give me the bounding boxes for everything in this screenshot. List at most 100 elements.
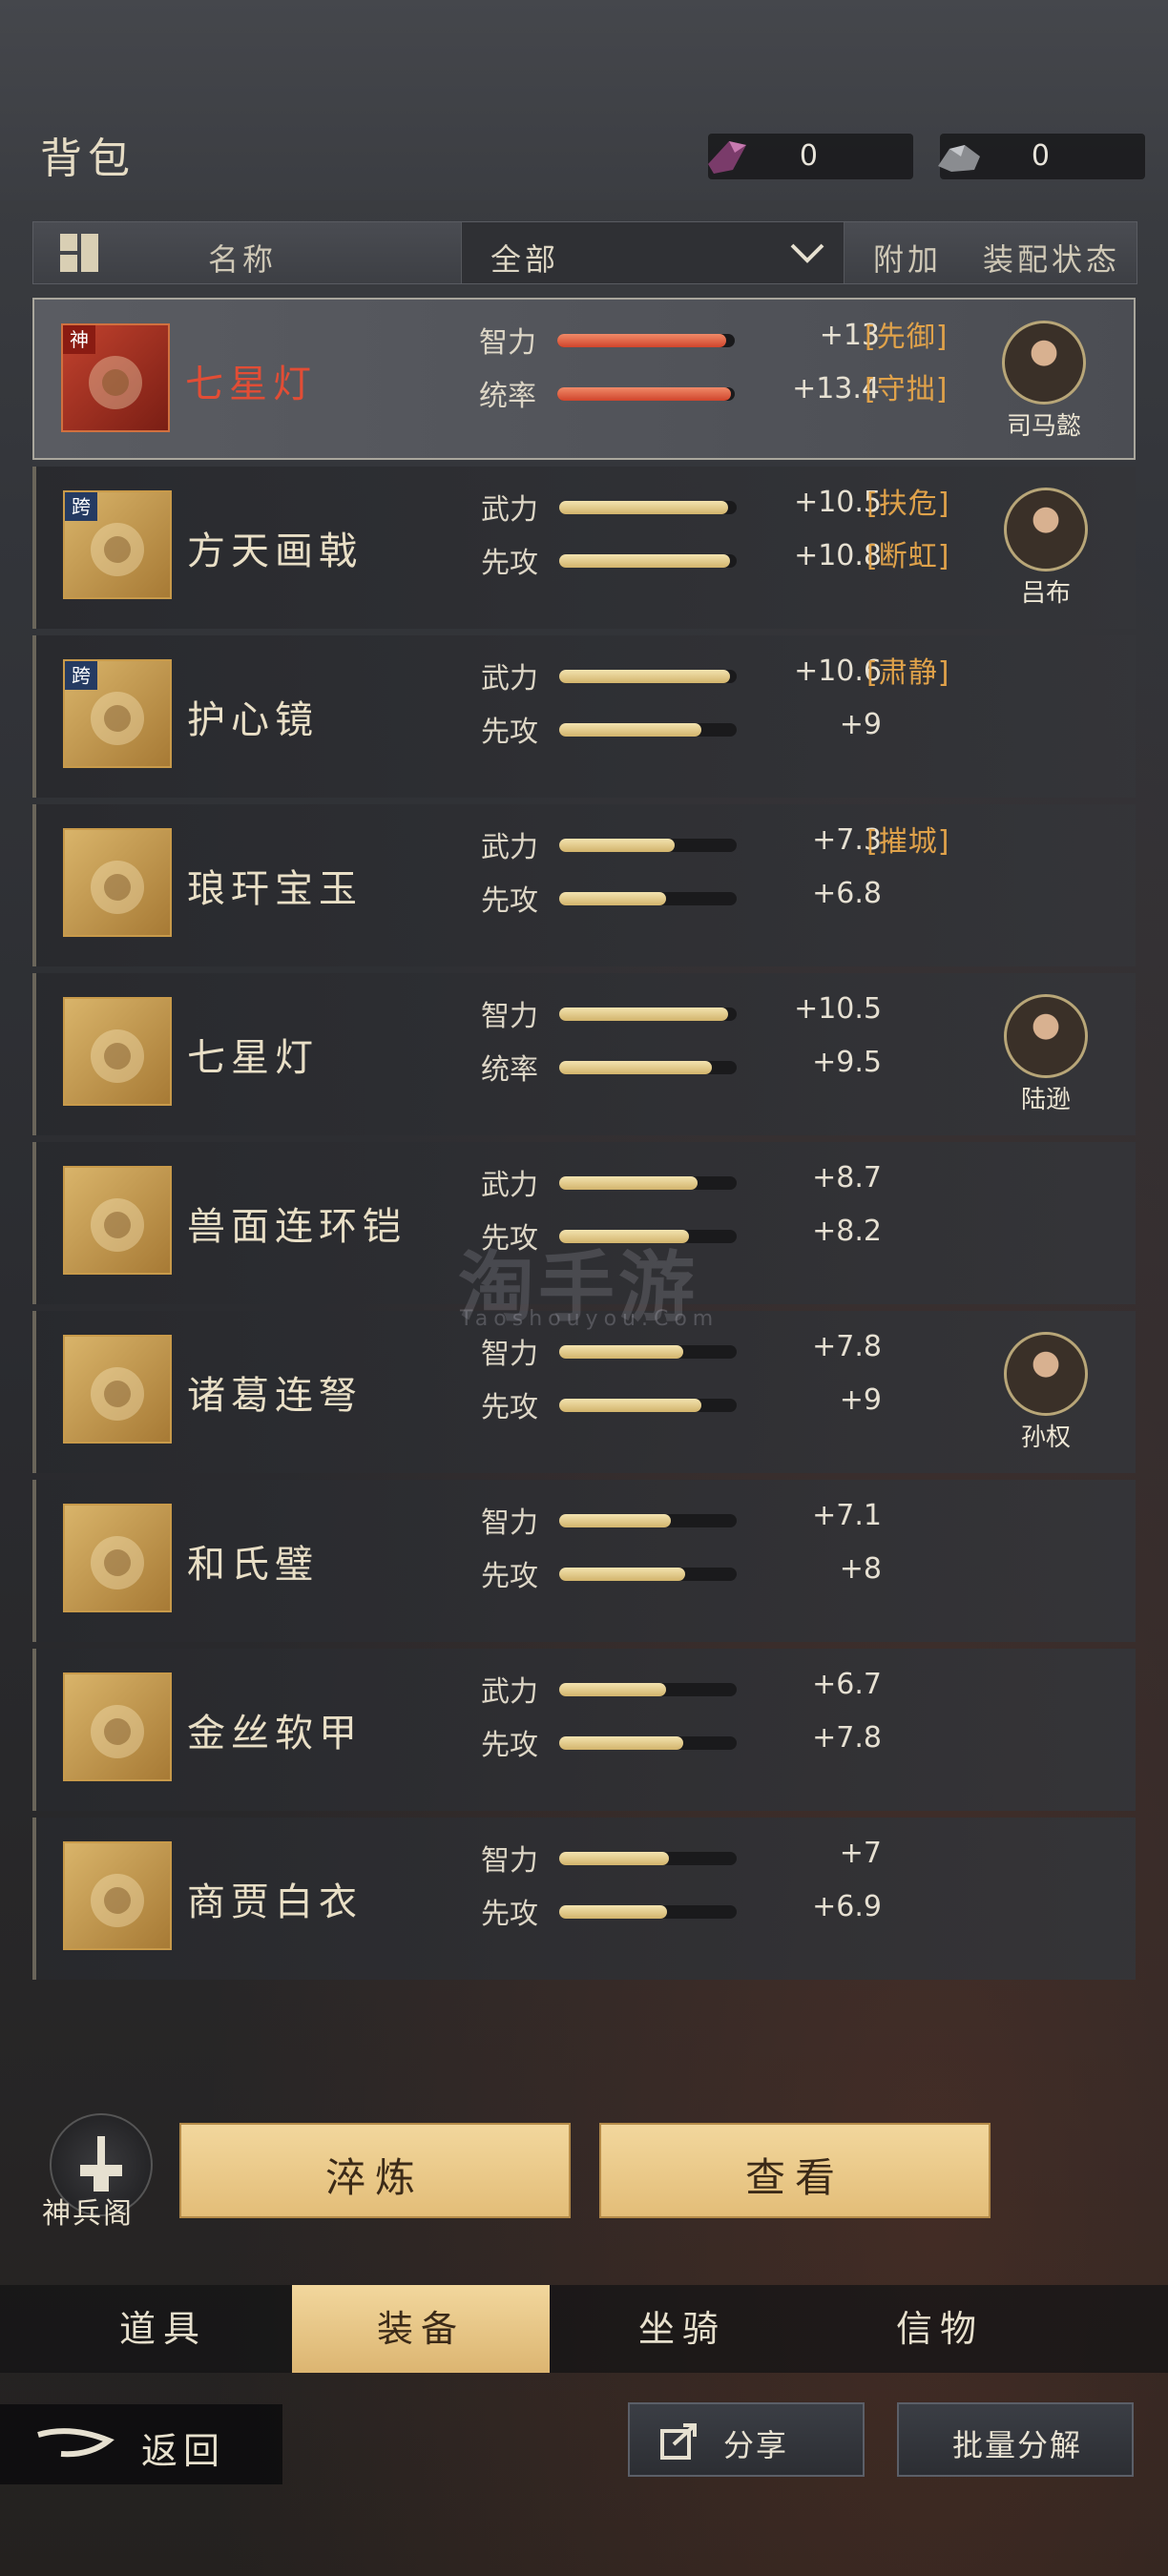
equipment-row[interactable]: 七星灯 智力 +10.5 统率 +9.5 陆逊 [32, 973, 1136, 1135]
item-name: 方天画戟 [187, 530, 363, 573]
stat-row: 先攻 +9 [481, 708, 882, 749]
stat-label: 武力 [481, 493, 538, 527]
equipment-row[interactable]: 跨方天画戟 武力 +10.5 先攻 +10.8 [扶危] [断虹] 吕布 [32, 467, 1136, 629]
equipment-row[interactable]: 跨护心镜 武力 +10.6 先攻 +9 [肃静] [32, 635, 1136, 798]
tab-items[interactable]: 道具 [34, 2285, 292, 2373]
equipment-row[interactable]: 金丝软甲 武力 +6.7 先攻 +7.8 [32, 1649, 1136, 1811]
stat-label: 先攻 [481, 1560, 538, 1593]
addon-tag: [肃静] [866, 656, 950, 690]
stat-value: +10.8 [794, 539, 882, 572]
stat-bar [557, 334, 735, 347]
filter-dropdown[interactable]: 全部 [461, 222, 845, 283]
general-name: 孙权 [1020, 1423, 1071, 1452]
stat-bar [559, 1568, 737, 1581]
stat-label: 先攻 [481, 1391, 538, 1424]
item-name: 七星灯 [185, 363, 317, 406]
stat-row: 武力 +6.7 [481, 1668, 882, 1709]
stat-row: 先攻 +6.9 [481, 1890, 882, 1931]
stat-bar-fill [559, 554, 730, 568]
stat-bar [559, 1061, 737, 1074]
stat-bar-fill [559, 1568, 686, 1581]
item-name: 商贾白衣 [187, 1880, 363, 1924]
stat-label: 先攻 [481, 1729, 538, 1762]
view-button[interactable]: 查看 [599, 2123, 991, 2218]
stat-row: 武力 +8.7 [481, 1161, 882, 1202]
item-icon [63, 1335, 172, 1444]
addon-tags: [肃静] [866, 654, 971, 707]
stat-label: 先攻 [481, 884, 538, 918]
sort-by-name[interactable]: 名称 [33, 222, 461, 283]
tier-badge: 跨 [65, 661, 97, 690]
equipped-general[interactable]: 孙权 [1000, 1332, 1092, 1453]
addon-tag: [断虹] [866, 540, 950, 573]
tab-equipment[interactable]: 装备 [292, 2285, 550, 2373]
stat-bar-fill [559, 1514, 672, 1527]
share-icon [660, 2423, 697, 2460]
stat-bar-fill [559, 1852, 670, 1865]
stat-label: 武力 [481, 662, 538, 696]
currency-value: 0 [1031, 139, 1050, 173]
equipment-row[interactable]: 商贾白衣 智力 +7 先攻 +6.9 [32, 1818, 1136, 1980]
item-name: 兽面连环铠 [187, 1205, 407, 1249]
stat-row: 先攻 +6.8 [481, 877, 882, 918]
equipment-row[interactable]: 琅玕宝玉 武力 +7.3 先攻 +6.8 [摧城] [32, 804, 1136, 966]
grid-view-icon[interactable] [60, 234, 100, 274]
stat-bar [559, 892, 737, 905]
equipped-general[interactable]: 吕布 [1000, 488, 1092, 609]
stat-bar-fill [559, 1008, 728, 1021]
avatar [1002, 321, 1086, 405]
stat-bar [559, 1736, 737, 1750]
tab-tokens[interactable]: 信物 [811, 2285, 1069, 2373]
equipped-general[interactable]: 陆逊 [1000, 994, 1092, 1115]
stat-bar [559, 1345, 737, 1359]
addon-tag: [扶危] [866, 488, 950, 521]
stat-value: +10.5 [794, 992, 882, 1026]
stat-row: 先攻 +10.8 [481, 539, 882, 580]
avatar [1004, 994, 1088, 1078]
category-tabs: 道具 装备 坐骑 信物 [0, 2285, 1168, 2373]
stat-value: +8.7 [812, 1161, 882, 1195]
tab-mounts[interactable]: 坐骑 [553, 2285, 811, 2373]
batch-dismantle-button[interactable]: 批量分解 [897, 2402, 1134, 2477]
item-name: 金丝软甲 [187, 1712, 363, 1755]
stat-bar-fill [559, 1736, 684, 1750]
share-button[interactable]: 分享 [628, 2402, 865, 2477]
chevron-down-icon [790, 243, 824, 263]
stat-value: +7.8 [812, 1721, 882, 1755]
stat-bar [559, 1399, 737, 1412]
stat-row: 智力 +7 [481, 1837, 882, 1878]
stat-bar [557, 387, 735, 401]
stat-bar-fill [559, 723, 701, 737]
item-icon [63, 1504, 172, 1612]
tier-badge: 神 [63, 325, 95, 354]
addon-tags: [摧城] [866, 823, 971, 876]
item-icon: 跨 [63, 659, 172, 768]
addon-tag: [先御] [865, 321, 949, 354]
addon-tag: [摧城] [866, 825, 950, 859]
general-name: 吕布 [1020, 579, 1071, 608]
item-name: 和氏璧 [187, 1543, 319, 1587]
equipment-row[interactable]: 神七星灯 智力 +13 统率 +13.4 [先御] [守拙] 司马懿 [32, 298, 1136, 460]
stat-bar [559, 1905, 737, 1919]
back-button[interactable]: 返回 [0, 2404, 282, 2484]
item-icon [63, 1841, 172, 1950]
stat-bar [559, 723, 737, 737]
stat-value: +10.5 [794, 486, 882, 519]
equipment-row[interactable]: 和氏璧 智力 +7.1 先攻 +8 [32, 1480, 1136, 1642]
refine-button[interactable]: 淬炼 [179, 2123, 571, 2218]
page-title: 背包 [40, 135, 136, 183]
equipped-general[interactable]: 司马懿 [998, 321, 1090, 442]
general-name: 陆逊 [1020, 1086, 1071, 1114]
item-icon [63, 1166, 172, 1275]
filter-selected-label: 全部 [490, 241, 560, 278]
stat-bar-fill [559, 1345, 684, 1359]
stat-value: +7.3 [812, 823, 882, 857]
stat-bar [559, 1514, 737, 1527]
stat-label: 统率 [479, 380, 536, 413]
stat-row: 先攻 +8 [481, 1552, 882, 1593]
stat-label: 智力 [481, 1506, 538, 1540]
list-header: 名称 全部 附加 装配状态 [32, 221, 1137, 284]
stat-row: 武力 +7.3 [481, 823, 882, 864]
stat-bar-fill [559, 1399, 701, 1412]
addon-tags: [扶危] [断虹] [866, 486, 971, 591]
